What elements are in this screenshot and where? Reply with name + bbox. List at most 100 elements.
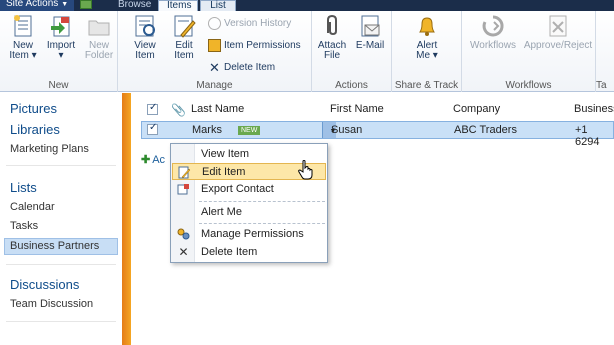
ribbon-group-share-track-label: Share & Track — [394, 80, 459, 91]
ribbon-group-manage-label: Manage — [196, 80, 233, 91]
folder-icon — [88, 20, 110, 36]
approve-reject-button[interactable]: Approve/Reject — [522, 13, 594, 51]
chevron-down-icon: ▼ — [61, 1, 69, 8]
ribbon-group-workflows-label: Workflows — [505, 80, 552, 91]
attachment-column-icon: 📎 — [171, 103, 186, 117]
attach-file-label-2: File — [323, 50, 341, 61]
version-history-icon — [208, 16, 221, 30]
site-actions-menu[interactable]: Site Actions ▼ — [0, 0, 75, 11]
nav-item-calendar[interactable]: Calendar — [10, 201, 55, 213]
import-button[interactable]: Import ▾ — [44, 13, 78, 61]
alert-me-button[interactable]: Alert Me ▾ — [409, 13, 445, 61]
column-header-company[interactable]: Company — [453, 103, 500, 115]
new-badge: NEW — [238, 126, 261, 135]
tab-list[interactable]: List — [200, 0, 236, 11]
nav-divider — [6, 264, 116, 265]
ribbon-group-overflow: Ta — [596, 11, 614, 92]
menu-separator — [199, 201, 325, 202]
column-header-first-name[interactable]: First Name — [330, 103, 384, 115]
edit-item-button[interactable]: Edit Item — [166, 13, 202, 61]
version-history-label: Version History — [224, 18, 292, 29]
ribbon-group-workflows: Workflows Approve/Reject Workflows — [462, 11, 596, 92]
nav-item-tasks[interactable]: Tasks — [10, 220, 38, 232]
cell-first-name: Susan — [331, 124, 363, 136]
edit-item-icon — [174, 15, 196, 38]
delete-item-label: Delete Item — [224, 62, 276, 73]
page-accent-bar — [122, 93, 131, 345]
tab-items[interactable]: Items — [158, 0, 198, 11]
nav-divider — [6, 321, 116, 322]
approve-reject-icon — [549, 15, 567, 37]
new-item-button[interactable]: New Item ▾ — [6, 13, 40, 61]
nav-item-team-discussion[interactable]: Team Discussion — [10, 298, 93, 310]
permissions-icon — [208, 38, 221, 52]
delete-icon: ✕ — [209, 59, 220, 75]
cell-last-name[interactable]: Marks — [192, 124, 222, 136]
cell-company: ABC Traders — [454, 124, 517, 136]
delete-item-button[interactable]: ✕ Delete Item — [208, 60, 275, 76]
cell-business-phone: +1 6294 — [575, 124, 600, 148]
ribbon-group-new: New Item ▾ Import ▾ New Folder New — [0, 11, 118, 92]
site-actions-label: Site Actions — [6, 0, 59, 9]
column-header-last-name[interactable]: Last Name — [191, 103, 244, 115]
tab-items-label: Items — [167, 0, 192, 11]
workflow-icon — [482, 15, 504, 37]
new-folder-button[interactable]: New Folder — [82, 13, 116, 61]
nav-heading-lists[interactable]: Lists — [10, 180, 37, 195]
left-navigation: Pictures Libraries Marketing Plans Lists… — [0, 93, 122, 345]
menu-item-export-contact[interactable]: Export Contact — [172, 181, 326, 198]
list-header-row: 📎 Last Name First Name Company Business — [131, 101, 614, 119]
nav-item-marketing-plans[interactable]: Marketing Plans — [10, 143, 89, 155]
menu-item-manage-permissions[interactable]: Manage Permissions — [172, 226, 326, 243]
ribbon: New Item ▾ Import ▾ New Folder New View … — [0, 11, 614, 92]
attach-file-button[interactable]: Attach File — [314, 13, 350, 61]
ribbon-group-new-label: New — [48, 80, 69, 91]
nav-heading-discussions[interactable]: Discussions — [10, 277, 79, 292]
new-item-label-2: Item ▾ — [9, 50, 37, 61]
add-new-item-link[interactable]: ✚ Ac — [141, 153, 165, 166]
table-row[interactable]: Marks NEW ▼ Susan ABC Traders +1 6294 — [141, 121, 614, 148]
view-item-label-2: Item — [135, 50, 155, 61]
ribbon-group-actions: Attach File E-Mail Actions — [312, 11, 392, 92]
menu-item-label: Edit Item — [202, 166, 246, 178]
import-icon — [51, 16, 70, 37]
nav-heading-pictures[interactable]: Pictures — [10, 101, 57, 116]
email-icon — [361, 15, 380, 37]
add-new-item-label: Ac — [152, 154, 166, 166]
tab-list-label: List — [210, 0, 226, 11]
permissions-icon — [177, 228, 190, 240]
menu-item-label: Alert Me — [201, 206, 242, 218]
menu-item-label: Manage Permissions — [201, 228, 304, 240]
bell-icon — [419, 17, 435, 36]
edit-item-label-2: Item — [174, 50, 194, 61]
item-permissions-label: Item Permissions — [224, 40, 301, 51]
tab-browse[interactable]: Browse — [82, 0, 152, 11]
menu-item-label: View Item — [201, 148, 250, 160]
version-history-button[interactable]: Version History — [208, 16, 291, 32]
alert-me-label-2: Me ▾ — [416, 50, 438, 61]
column-header-business-phone[interactable]: Business — [574, 103, 614, 115]
view-item-button[interactable]: View Item — [126, 13, 164, 61]
ribbon-group-manage: View Item Edit Item Version History Item… — [118, 11, 312, 92]
edit-item-icon — [178, 166, 191, 179]
nav-heading-libraries[interactable]: Libraries — [10, 122, 60, 137]
email-label: E-Mail — [355, 40, 385, 51]
import-label-2: ▾ — [58, 50, 64, 61]
menu-item-delete-item[interactable]: ✕ Delete Item — [172, 244, 326, 261]
paperclip-icon — [327, 14, 337, 36]
email-button[interactable]: E-Mail — [352, 13, 388, 51]
workflows-label: Workflows — [470, 40, 516, 51]
menu-item-label: Delete Item — [201, 246, 258, 258]
approve-reject-label: Approve/Reject — [523, 40, 593, 51]
item-permissions-button[interactable]: Item Permissions — [208, 38, 301, 54]
ribbon-group-actions-label: Actions — [335, 80, 368, 91]
nav-item-business-partners[interactable]: Business Partners — [10, 240, 99, 252]
ribbon-group-share-track: Alert Me ▾ Share & Track — [392, 11, 462, 92]
menu-item-label: Export Contact — [201, 183, 274, 195]
menu-separator — [199, 223, 325, 224]
menu-item-alert-me[interactable]: Alert Me — [172, 204, 326, 221]
workflows-button[interactable]: Workflows — [466, 13, 520, 51]
row-checkbox[interactable] — [147, 122, 158, 135]
select-all-checkbox[interactable] — [147, 102, 158, 115]
hand-cursor-icon — [298, 160, 313, 180]
